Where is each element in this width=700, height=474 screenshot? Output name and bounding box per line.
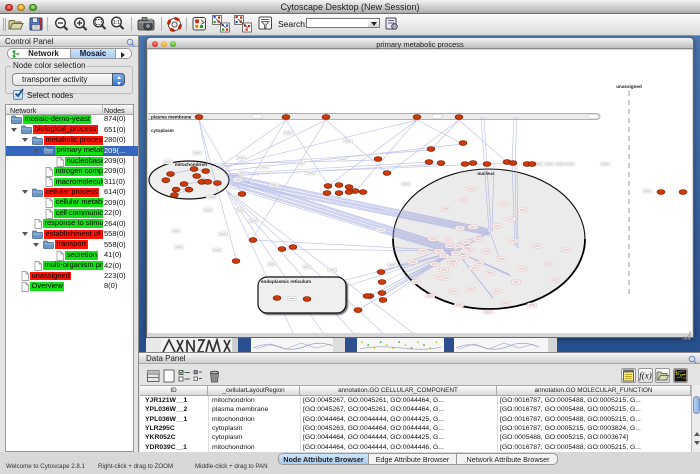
svg-text:f(x): f(x) <box>639 371 652 381</box>
svg-text:endoplasmic reticulum: endoplasmic reticulum <box>261 279 311 284</box>
svg-text:plasma membrane: plasma membrane <box>151 115 192 120</box>
svg-text:unassigned: unassigned <box>616 84 642 89</box>
svg-text:mitochondrion: mitochondrion <box>175 162 207 167</box>
svg-text:1:1: 1:1 <box>113 20 120 26</box>
svg-text:cytoplasm: cytoplasm <box>151 128 174 133</box>
svg-text:nucleus: nucleus <box>477 171 495 176</box>
